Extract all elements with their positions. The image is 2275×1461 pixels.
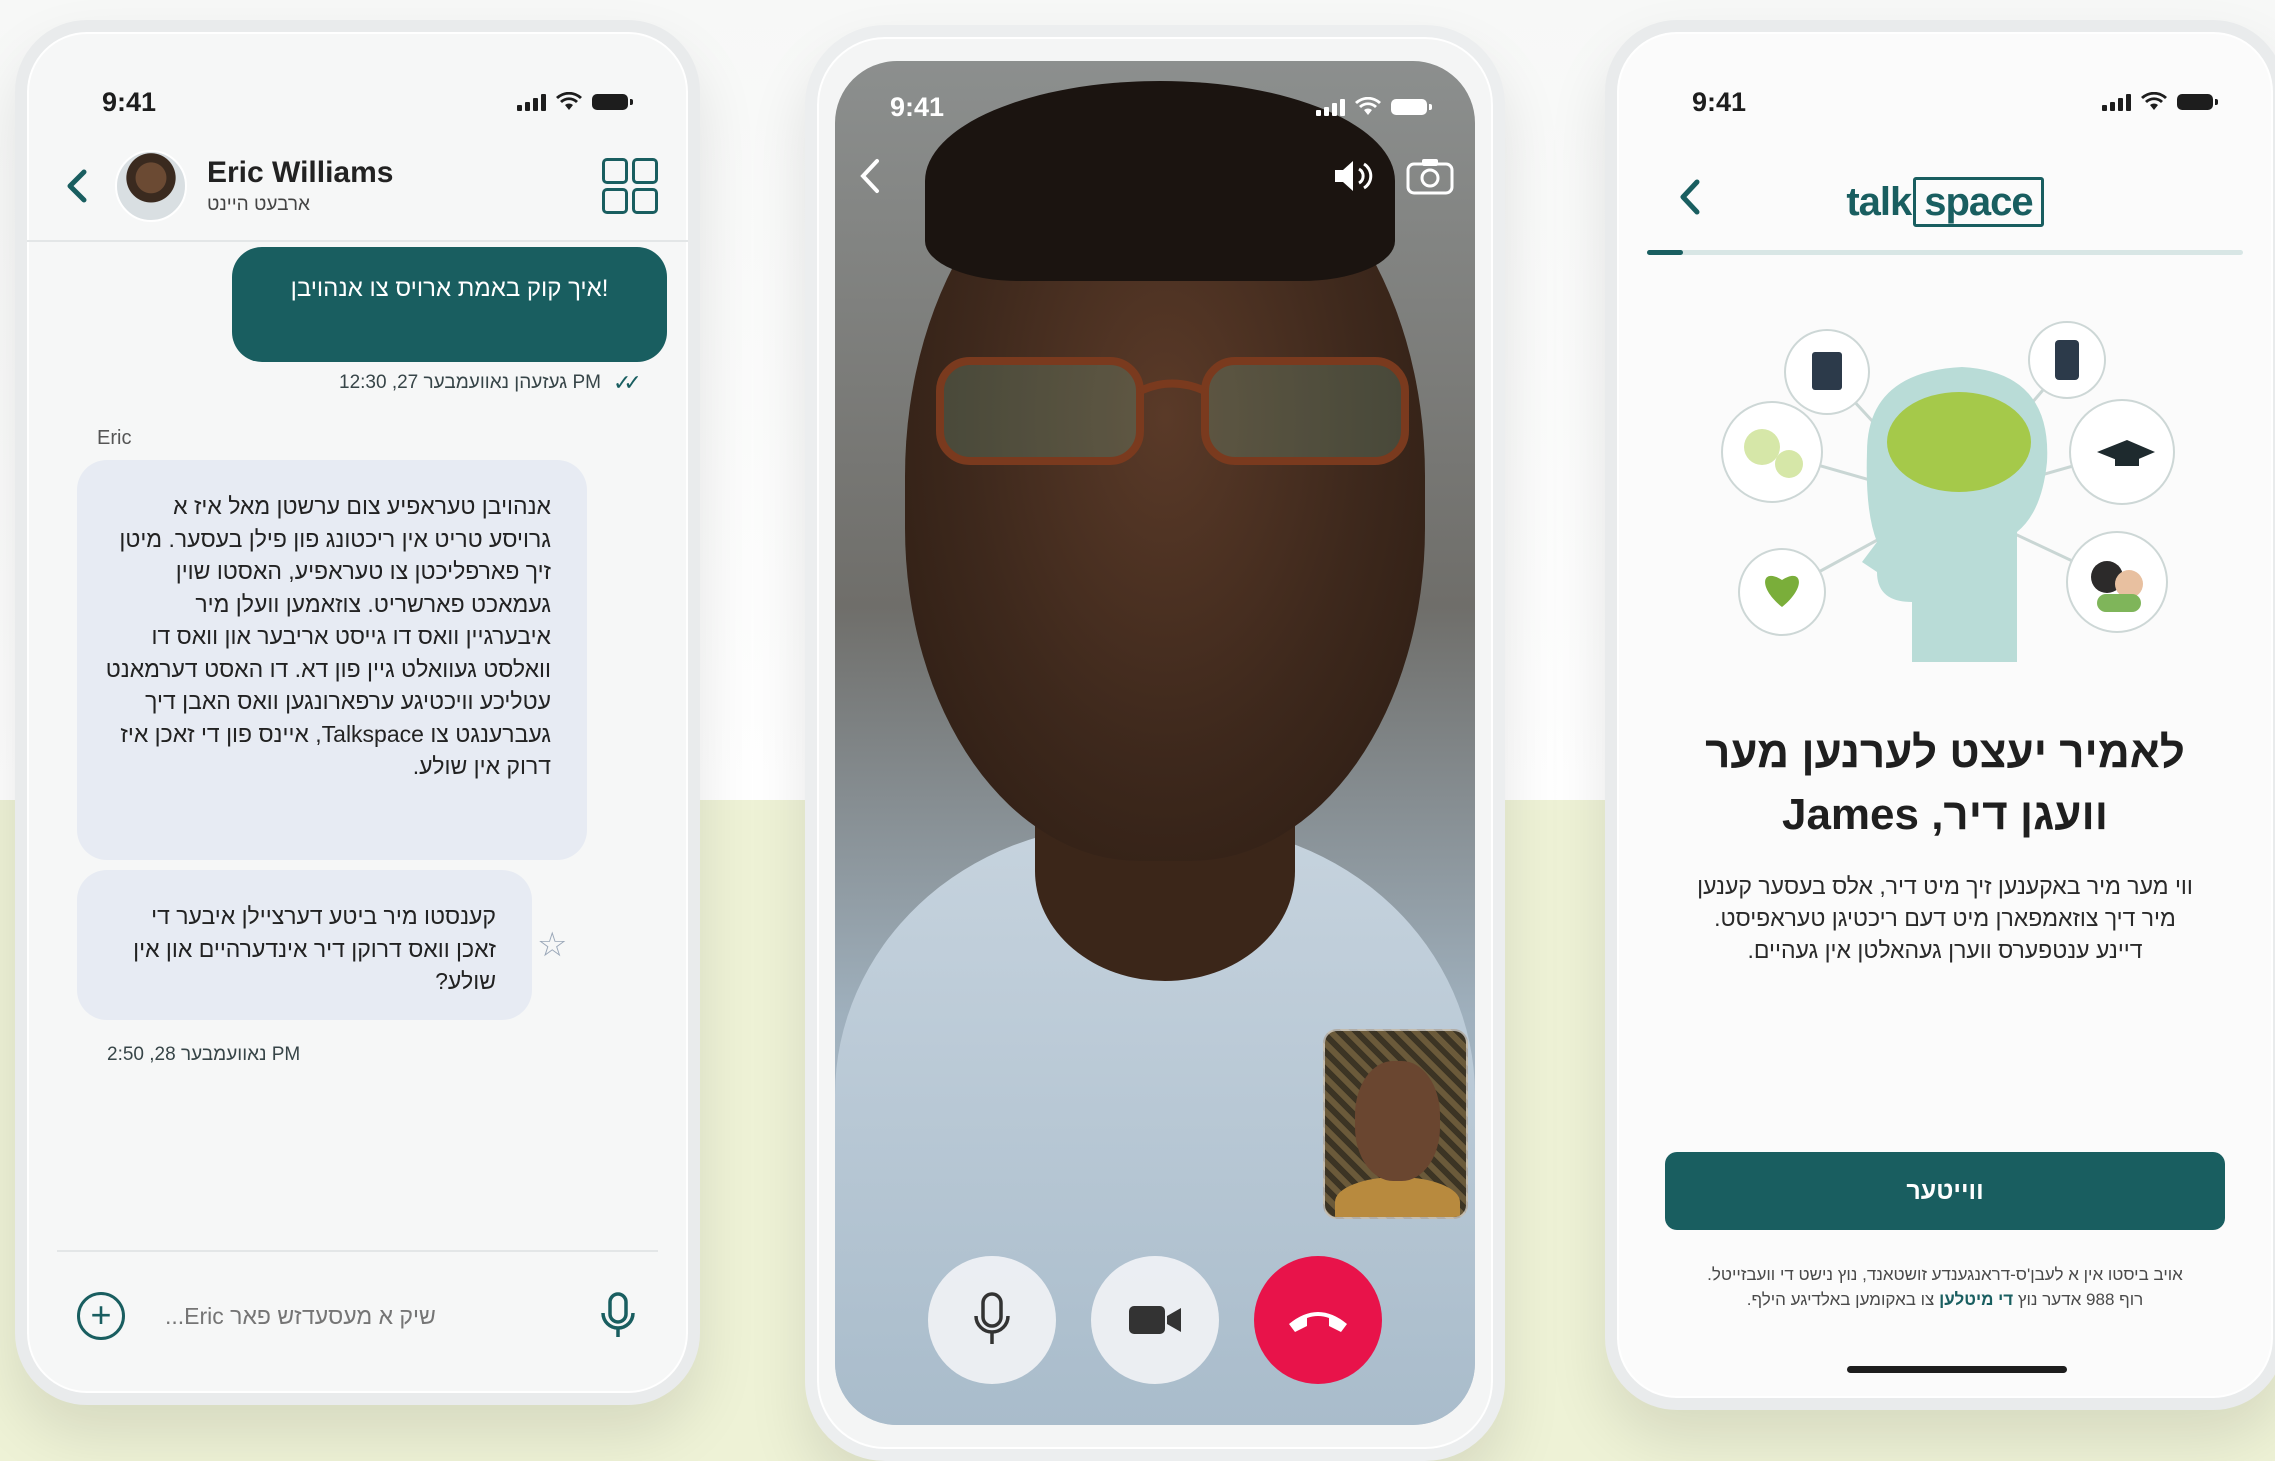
read-check-icon: ✓✓	[612, 370, 642, 395]
signal-icon	[517, 93, 546, 111]
progress-fill	[1647, 250, 1683, 255]
booking-grid-icon[interactable]	[602, 158, 658, 214]
signal-icon	[2102, 93, 2131, 111]
mute-button[interactable]	[928, 1256, 1056, 1384]
progress-bar	[1647, 250, 2243, 255]
onboarding-phone: 9:41 talk space לאמיר יעצט לערנען מער וו…	[1605, 20, 2275, 1410]
outgoing-meta: געזעהן נאוועמבער 27, 12:30 PM ✓✓	[339, 370, 642, 396]
talkspace-logo: talk space	[1846, 176, 2044, 227]
status-icons	[1316, 96, 1432, 117]
continue-button[interactable]: ווייטער	[1665, 1152, 2225, 1230]
crisis-footer-line-2: רוף 988 אדער נוץ די מיטלען צו באקומען בא…	[1657, 1287, 2233, 1312]
outgoing-meta-text: געזעהן נאוועמבער 27, 12:30 PM	[339, 372, 601, 393]
wifi-icon	[2141, 91, 2167, 112]
incoming-meta: נאוועמבער 28, 2:50 PM	[107, 1044, 301, 1065]
back-chevron-icon[interactable]	[57, 166, 97, 206]
chat-phone: 9:41 Eric Williams ארבעט היינט !איך קוק …	[15, 20, 700, 1405]
brain-illustration	[1721, 321, 2175, 662]
contact-info: Eric Williams ארבעט היינט	[207, 156, 602, 216]
status-icons	[2102, 91, 2218, 112]
signal-icon	[1316, 98, 1345, 116]
plus-icon[interactable]: +	[77, 1292, 125, 1340]
crisis-footer-line-1: אויב ביסטו אין א לעבן'ס-דראנגענדע זושטאנ…	[1707, 1265, 2183, 1284]
caller-glasses	[936, 357, 1409, 465]
video-actions	[1331, 156, 1455, 196]
title-line-2: וועגן דיר, James	[1781, 790, 2109, 839]
end-call-icon	[1289, 1312, 1347, 1332]
self-view-face	[1355, 1061, 1440, 1181]
self-view-pip[interactable]	[1323, 1029, 1468, 1219]
logo: talk space	[1617, 162, 2273, 242]
status-bar: 9:41	[835, 87, 1475, 127]
battery-icon	[592, 94, 633, 110]
crisis-footer: אויב ביסטו אין א לעבן'ס-דראנגענדע זושטאנ…	[1657, 1262, 2233, 1312]
speaker-icon[interactable]	[1331, 156, 1375, 196]
status-time: 9:41	[102, 86, 157, 117]
status-time: 9:41	[890, 91, 945, 122]
wifi-icon	[1355, 96, 1381, 117]
contact-status: ארבעט היינט	[207, 194, 310, 215]
star-icon[interactable]: ☆	[537, 925, 567, 965]
end-call-button[interactable]	[1254, 1256, 1382, 1384]
contact-name: Eric Williams	[207, 156, 394, 189]
status-time: 9:41	[1692, 86, 1747, 117]
incoming-message: אנהויבן טעראפיע צום ערשטן מאל איז א גרוי…	[77, 460, 587, 860]
back-chevron-icon[interactable]	[855, 156, 885, 196]
microphone-icon[interactable]	[598, 1291, 638, 1341]
home-indicator	[1847, 1366, 2067, 1373]
crisis-footer-text: רוף 988 אדער נוץ	[2017, 1290, 2144, 1309]
video-phone: 9:41	[805, 25, 1505, 1461]
onboarding-body: ווי מער מיר באקענען זיך מיט דיר, אלס בעס…	[1697, 873, 2193, 963]
chat-header: Eric Williams ארבעט היינט	[27, 132, 688, 242]
battery-icon	[1391, 99, 1432, 115]
video-feed: 9:41	[835, 61, 1475, 1425]
incoming-message: קענסטו מיר ביטע דערציילן איבער די זאכן ו…	[77, 870, 532, 1020]
wifi-icon	[556, 91, 582, 112]
self-view-body	[1335, 1177, 1460, 1217]
onboarding-title: לאמיר יעצט לערנען מער וועגן דיר, James	[1637, 722, 2253, 846]
call-controls	[835, 1256, 1475, 1384]
message-input[interactable]	[165, 1302, 578, 1330]
crisis-resources-link[interactable]: די מיטלען	[1939, 1290, 2013, 1309]
video-top-bar	[855, 156, 1455, 196]
message-composer: +	[57, 1250, 658, 1380]
sender-label: Eric	[97, 427, 132, 449]
title-line-1: לאמיר יעצט לערנען מער	[1705, 728, 2185, 777]
status-icons	[517, 91, 633, 112]
flip-camera-icon[interactable]	[1405, 156, 1455, 196]
video-camera-icon	[1129, 1306, 1181, 1334]
outgoing-message: !איך קוק באמת ארויס צו אנהויבן	[232, 247, 667, 362]
status-bar: 9:41	[27, 82, 688, 122]
battery-icon	[2177, 94, 2218, 110]
crisis-footer-text-end: צו באקומען באלדיגע הילף.	[1746, 1290, 1935, 1309]
status-bar: 9:41	[1617, 82, 2273, 122]
avatar[interactable]	[115, 150, 187, 222]
microphone-icon	[974, 1292, 1010, 1344]
camera-toggle-button[interactable]	[1091, 1256, 1219, 1384]
